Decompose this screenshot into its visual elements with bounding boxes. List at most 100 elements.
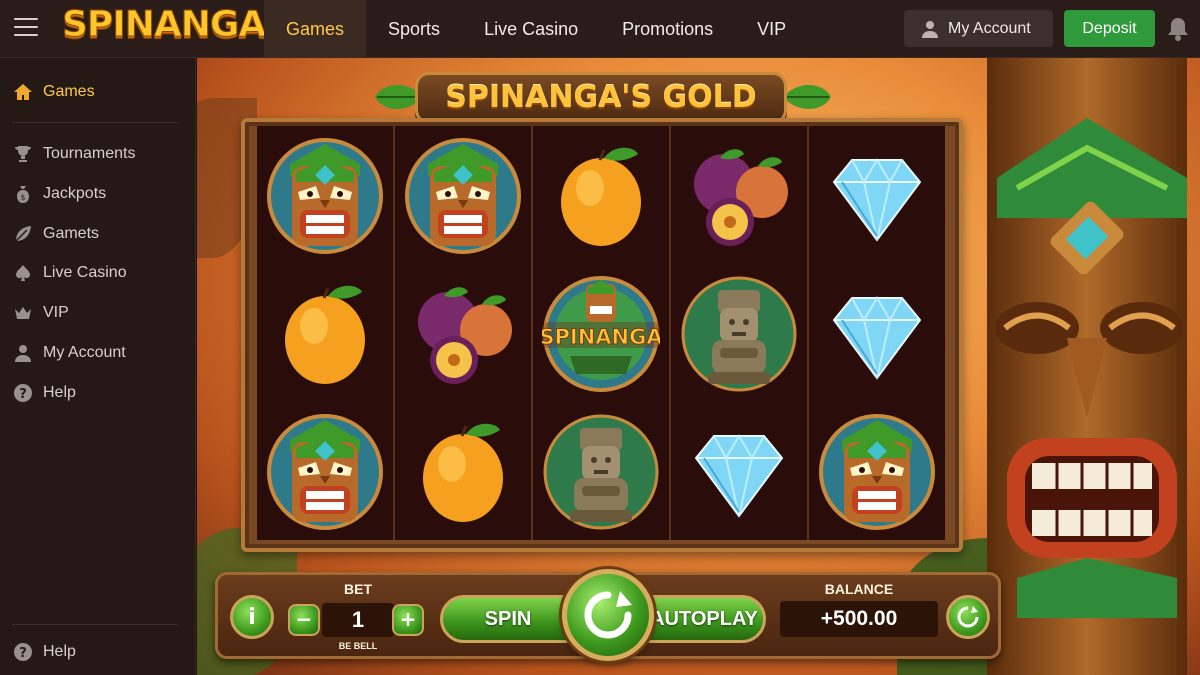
sidebar-item-my-account[interactable]: My Account [0, 335, 196, 371]
tiki-mask-decoration [987, 58, 1187, 675]
sidebar-item-label: Help [43, 384, 76, 401]
nav-vip[interactable]: VIP [735, 0, 808, 58]
sidebar-item-label: Games [43, 83, 95, 100]
balance-label: BALANCE [824, 581, 894, 597]
svg-text:?: ? [19, 387, 27, 402]
main-nav: Games Sports Live Casino Promotions VIP [264, 0, 808, 58]
reel-column [395, 126, 533, 540]
help-icon: ? [12, 382, 34, 404]
diamond-icon [694, 434, 784, 518]
sidebar: Games Tournaments $ Jackpots Gamets Live… [0, 58, 196, 675]
orange-icon [423, 423, 503, 522]
sidebar-footer-help[interactable]: ? Help [0, 634, 196, 670]
help-icon: ? [12, 641, 34, 663]
diamond-icon [832, 158, 922, 242]
reel-symbol-orange [395, 402, 531, 540]
spinanga-logo-icon: SPINANGA [542, 276, 660, 392]
orange-icon [561, 147, 641, 246]
nav-games[interactable]: Games [264, 0, 367, 58]
spin-button[interactable]: SPIN [440, 595, 576, 643]
sidebar-item-label: Live Casino [43, 264, 127, 281]
svg-text:SPINANGA: SPINANGA [542, 325, 660, 349]
refresh-icon [957, 606, 979, 628]
home-icon [12, 81, 34, 103]
reel-symbol-passionfruit [671, 126, 807, 264]
passionfruit-icon [418, 287, 512, 384]
sidebar-item-help[interactable]: ? Help [0, 375, 196, 411]
reel-symbol-tiki [257, 402, 393, 540]
user-icon [922, 20, 938, 38]
bet-value: 1 [322, 603, 394, 637]
bet-label: BET [344, 581, 372, 597]
info-button[interactable]: i [230, 595, 274, 639]
sidebar-item-gamets[interactable]: Gamets [0, 216, 196, 252]
reel-column [671, 126, 809, 540]
reels-grid: SPINANGA [257, 126, 945, 540]
autoplay-button[interactable]: AUTOPLAY [642, 595, 766, 643]
spin-main-button[interactable] [562, 569, 654, 661]
menu-icon[interactable] [14, 18, 38, 38]
sidebar-divider [12, 624, 178, 625]
svg-text:?: ? [19, 646, 27, 661]
game-title: SPINANGA'S GOLD [415, 72, 787, 124]
svg-text:$: $ [20, 193, 25, 202]
bet-decrease-button[interactable]: − [288, 604, 320, 636]
balance-value: +500.00 [780, 601, 938, 637]
idol-icon [681, 276, 797, 392]
reel-symbol-diamond [809, 126, 945, 264]
tiki-icon [267, 138, 383, 254]
reel-symbol-idol [533, 402, 669, 540]
sidebar-footer-label: Help [43, 643, 76, 660]
bet-increase-button[interactable]: + [392, 604, 424, 636]
money-bag-icon: $ [12, 183, 34, 205]
nav-live-casino[interactable]: Live Casino [462, 0, 600, 58]
diamond-icon [832, 296, 922, 380]
idol-icon [543, 414, 659, 530]
sidebar-divider [12, 122, 178, 123]
reel-symbol-diamond [809, 264, 945, 402]
sidebar-item-label: VIP [43, 304, 69, 321]
reel-symbol-tiki [257, 126, 393, 264]
nav-sports[interactable]: Sports [366, 0, 462, 58]
sidebar-item-jackpots[interactable]: $ Jackpots [0, 176, 196, 212]
reel-symbol-tiki [395, 126, 531, 264]
sidebar-item-label: My Account [43, 344, 126, 361]
tiki-icon [819, 414, 935, 530]
sidebar-item-label: Jackpots [43, 185, 107, 202]
tiki-icon [405, 138, 521, 254]
orange-icon [285, 285, 365, 384]
my-account-button[interactable]: My Account [904, 10, 1053, 47]
refresh-icon [584, 591, 632, 639]
bell-icon[interactable] [1166, 16, 1190, 42]
leaf-decoration [783, 84, 831, 110]
sidebar-item-vip[interactable]: VIP [0, 295, 196, 331]
top-bar: SPINANGA Games Sports Live Casino Promot… [0, 0, 1200, 58]
reel-column [809, 126, 945, 540]
sidebar-item-games[interactable]: Games [0, 74, 196, 110]
reel-symbol-tiki [809, 402, 945, 540]
bet-sub-label: BE BELL [338, 641, 378, 651]
leaf-icon [12, 223, 34, 245]
passionfruit-icon [694, 149, 788, 246]
sidebar-item-label: Gamets [43, 225, 100, 242]
my-account-label: My Account [948, 19, 1031, 37]
reel-symbol-idol [671, 264, 807, 402]
reel-symbol-diamond [671, 402, 807, 540]
reel-symbol-passionfruit [395, 264, 531, 402]
reel-column: SPINANGA [533, 126, 671, 540]
control-bar: i BET − 1 + BE BELL SPIN AUTOPLAY BALANC… [215, 569, 1001, 661]
sidebar-item-label: Tournaments [43, 145, 136, 162]
sidebar-item-tournaments[interactable]: Tournaments [0, 136, 196, 172]
tiki-icon [267, 414, 383, 530]
sidebar-item-live-casino[interactable]: Live Casino [0, 255, 196, 291]
user-icon [12, 342, 34, 364]
slot-game: SPINANGA'S GOLD SPINANGA i BET − 1 + BE … [197, 58, 1200, 675]
deposit-button[interactable]: Deposit [1064, 10, 1155, 47]
brand-logo[interactable]: SPINANGA [61, 4, 266, 46]
refresh-balance-button[interactable] [946, 595, 990, 639]
reel-symbol-orange [533, 126, 669, 264]
reel-symbol-orange [257, 264, 393, 402]
nav-promotions[interactable]: Promotions [600, 0, 735, 58]
reel-column [257, 126, 395, 540]
info-icon: i [248, 604, 256, 630]
